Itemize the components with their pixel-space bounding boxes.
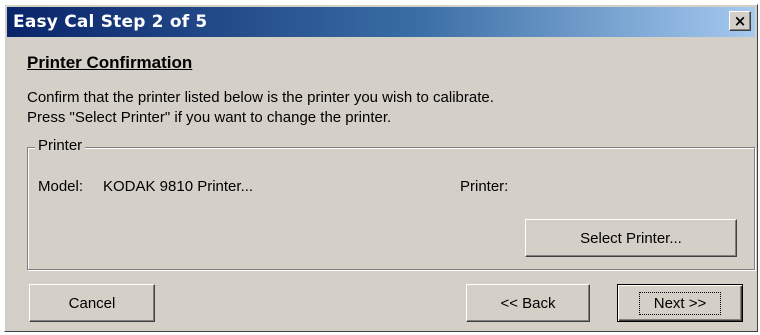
page-heading: Printer Confirmation xyxy=(27,53,193,72)
cancel-label: Cancel xyxy=(68,294,116,312)
printer-group-label: Printer xyxy=(35,137,86,154)
title-bar[interactable]: Easy Cal Step 2 of 5 × xyxy=(7,7,755,37)
cancel-button[interactable]: Cancel xyxy=(29,284,155,322)
back-button[interactable]: << Back xyxy=(466,284,590,322)
next-label: Next >> xyxy=(638,291,722,315)
select-printer-button[interactable]: Select Printer... xyxy=(525,219,737,257)
easy-cal-dialog: Easy Cal Step 2 of 5 × Printer Confirmat… xyxy=(4,4,758,332)
printer-label: Printer: xyxy=(460,178,509,195)
description-line-1: Confirm that the printer listed below is… xyxy=(27,89,494,106)
model-value: KODAK 9810 Printer... xyxy=(103,178,254,195)
select-printer-label: Select Printer... xyxy=(580,229,682,247)
close-icon: × xyxy=(733,11,747,30)
description-line-2: Press "Select Printer" if you want to ch… xyxy=(27,109,392,126)
window-title: Easy Cal Step 2 of 5 xyxy=(13,12,208,32)
next-button[interactable]: Next >> xyxy=(617,284,743,322)
close-button[interactable]: × xyxy=(729,11,751,31)
back-label: << Back xyxy=(500,294,556,312)
model-label: Model: xyxy=(38,178,84,195)
